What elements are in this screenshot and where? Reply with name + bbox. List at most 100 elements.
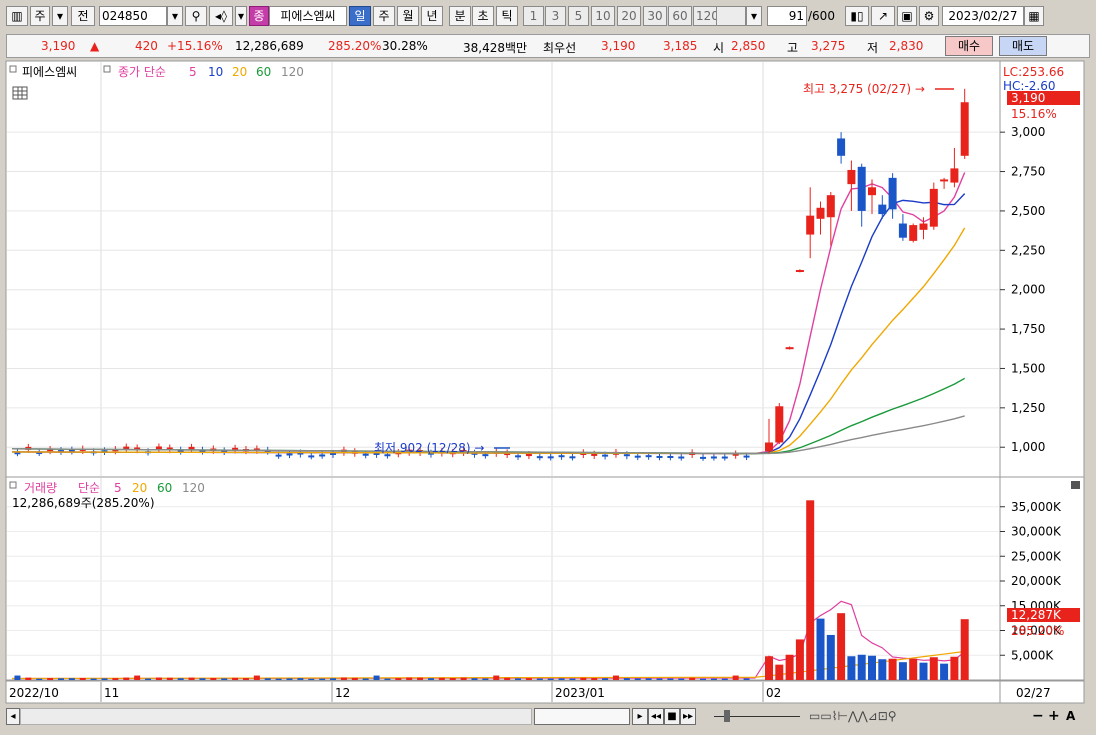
early-volume-58 [645,678,652,680]
early-candle-60 [667,455,674,458]
early-volume-16 [188,677,195,680]
rewind-icon[interactable]: ◂◂ [648,708,664,725]
early-volume-52 [580,677,587,680]
table-icon[interactable] [12,86,28,100]
volume-bar-02/15 [868,655,876,680]
early-volume-50 [558,678,565,680]
volume-panel-close-icon[interactable] [1071,481,1080,489]
zoom-out-icon[interactable]: − [1032,708,1044,724]
early-volume-21 [242,678,249,680]
early-candle-48 [536,456,543,459]
drawing-tools-icon[interactable]: ▭▭⌇⊢⋀⋀⊿⊡⚲ [809,709,897,723]
volume-bar-02/20 [898,662,907,680]
candle-body-02/24 [940,179,949,182]
early-volume-8 [101,678,108,680]
early-volume-39 [438,677,445,680]
early-candle-57 [634,455,641,458]
candle-body-02/21 [909,225,918,241]
volume-bar-02/09 [826,634,835,680]
scroll-left-arrow-icon[interactable]: ◂ [6,708,20,725]
volume-bar-02/21 [909,658,918,680]
volume-bar-02/14 [857,654,866,680]
early-volume-48 [536,678,543,680]
fast-forward-icon[interactable]: ▸▸ [680,708,696,725]
early-volume-25 [286,678,293,680]
price-tick-label-8: 1,000 [1011,440,1045,454]
candle-body-02/03 [785,347,794,350]
early-candle-63 [700,456,707,459]
volume-bar-02/08 [816,618,825,680]
price-tick-label-5: 1,750 [1011,322,1045,336]
early-candle-49 [547,456,554,459]
volume-title: 거래량 [24,481,57,495]
early-candle-32 [362,453,369,456]
early-candle-59 [656,455,663,458]
early-volume-61 [678,678,685,680]
candle-body-02/22 [919,223,928,230]
price-tick-label-7: 1,250 [1011,401,1045,415]
early-volume-15 [177,678,184,680]
early-volume-66 [732,675,739,680]
early-volume-11 [134,675,141,680]
ma20-label: 20 [232,65,247,79]
candle-body-02/20 [898,223,907,238]
zoom-in-icon[interactable]: + [1048,708,1060,724]
volume-bar-02/01 [765,656,773,680]
early-volume-3 [47,678,54,680]
early-volume-47 [525,678,532,680]
volume-summary: 12,286,689주(285.20%) [12,496,155,510]
scrollbar-thumb[interactable] [534,708,630,725]
candle-body-02/08 [816,207,825,219]
early-volume-0 [14,675,21,680]
candle-body-02/17 [888,177,897,210]
xaxis-right-label: 02/27 [1016,686,1051,700]
price-tick-label-2: 2,500 [1011,204,1045,218]
early-volume-49 [547,678,554,680]
scrollbar-track[interactable] [20,708,532,725]
early-volume-57 [634,678,641,680]
volume-bar-02/13 [847,656,856,680]
candle-body-02/27 [960,102,969,156]
vol-tick-label-6: 5,000K [1011,648,1054,662]
xaxis-label-feb: 02 [766,686,781,700]
bottom-bar: ◂ ▸ ◂◂ ■ ▸▸ ▭▭⌇⊢⋀⋀⊿⊡⚲ − + A [6,706,1090,728]
volume-bar-02/07 [806,500,815,680]
volume-bar-02/24b [950,656,959,680]
early-volume-37 [417,677,424,680]
early-volume-41 [460,677,467,680]
candle-body-02/09 [826,195,835,218]
ma5-label: 5 [189,65,197,79]
candle-body-02/06 [795,270,804,272]
last-price-tag: 3,190 [1011,91,1045,105]
volume-panel [5,476,1001,681]
stop-icon[interactable]: ■ [664,708,680,725]
vol-tick-label-2: 25,000K [1011,549,1062,563]
play-icon[interactable]: ▸ [632,708,648,725]
early-candle-51 [569,456,576,459]
early-volume-13 [155,677,162,680]
vol-ma60-label: 60 [157,481,172,495]
auto-scale-icon[interactable]: A [1066,709,1075,723]
early-volume-64 [710,678,717,680]
early-volume-31 [351,677,358,680]
vol-ma20-label: 20 [132,481,147,495]
early-volume-17 [199,678,206,680]
early-volume-55 [612,675,619,680]
early-volume-43 [482,678,489,680]
volume-bar-02/27 [960,619,969,680]
early-candle-28 [319,454,326,457]
early-volume-34 [384,678,391,680]
zoom-slider-thumb[interactable] [724,710,730,722]
early-volume-9 [112,678,119,680]
last-pct-tag: 15.16% [1011,107,1057,121]
early-volume-1 [25,677,32,680]
early-volume-27 [308,678,315,680]
early-candle-54 [602,454,609,457]
early-volume-19 [221,678,228,680]
early-volume-29 [330,678,337,680]
ma120-label: 120 [281,65,304,79]
ma-label: 종가 단순 [118,65,166,79]
early-volume-7 [90,678,97,680]
early-candle-25 [286,453,293,456]
chart-area[interactable]: 3,000 2,750 2,500 2,250 2,000 1,750 1,500 1,250… [0,0,1096,706]
